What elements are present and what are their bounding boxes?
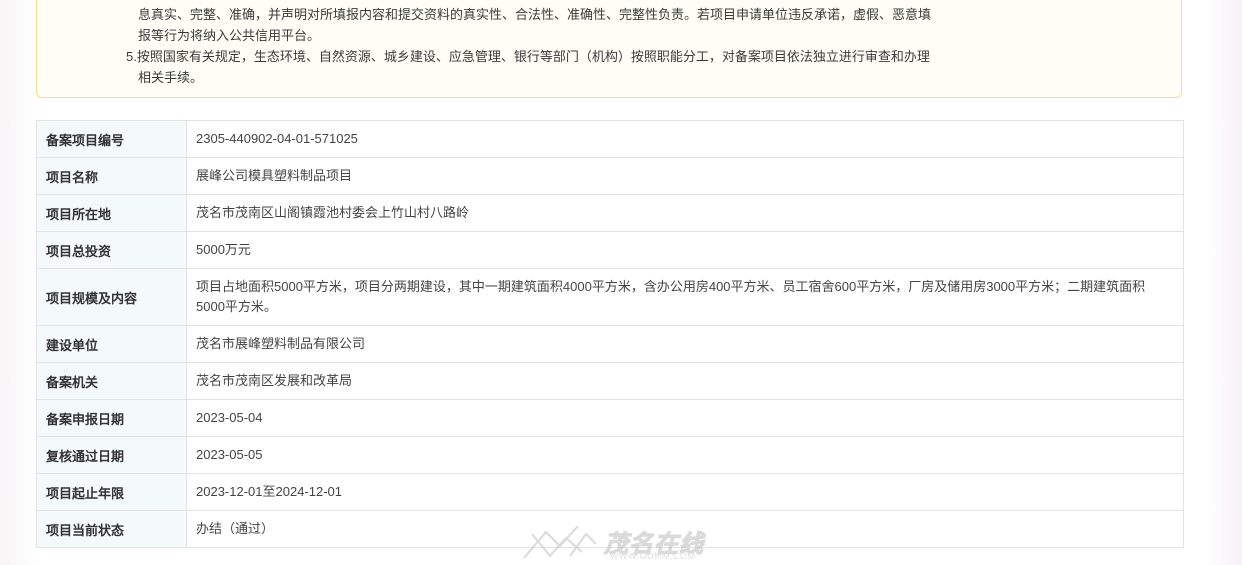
row-label: 项目总投资 bbox=[36, 231, 187, 269]
notice-line-4: 相关手续。 bbox=[138, 70, 204, 85]
row-value: 2305-440902-04-01-571025 bbox=[186, 120, 1184, 158]
row-label: 备案申报日期 bbox=[36, 399, 187, 437]
notice-box: 息真实、完整、准确，并声明对所填报内容和提交资料的真实性、合法性、准确性、完整性… bbox=[36, 0, 1182, 98]
table-row: 项目总投资 5000万元 bbox=[36, 231, 1184, 269]
table-row: 备案项目编号 2305-440902-04-01-571025 bbox=[36, 120, 1184, 158]
site-watermark: 茂名在线 WWW.GDMM.COM bbox=[520, 522, 730, 562]
watermark-logo-icon bbox=[523, 525, 597, 559]
table-row: 项目规模及内容 项目占地面积5000平方米，项目分两期建设，其中一期建筑面积40… bbox=[36, 268, 1184, 326]
row-label: 项目名称 bbox=[36, 157, 187, 195]
table-row: 备案机关 茂名市茂南区发展和改革局 bbox=[36, 362, 1184, 400]
row-value: 茂名市茂南区发展和改革局 bbox=[186, 362, 1184, 400]
watermark-url: WWW.GDMM.COM bbox=[610, 551, 696, 561]
table-row: 复核通过日期 2023-05-05 bbox=[36, 436, 1184, 474]
row-label: 复核通过日期 bbox=[36, 436, 187, 474]
notice-line-3: 5.按照国家有关规定，生态环境、自然资源、城乡建设、应急管理、银行等部门（机构）… bbox=[126, 49, 930, 64]
table-row: 项目起止年限 2023-12-01至2024-12-01 bbox=[36, 473, 1184, 511]
row-label: 备案项目编号 bbox=[36, 120, 187, 158]
row-value: 项目占地面积5000平方米，项目分两期建设，其中一期建筑面积4000平方米，含办… bbox=[186, 268, 1184, 326]
row-label: 项目当前状态 bbox=[36, 510, 187, 548]
page: 息真实、完整、准确，并声明对所填报内容和提交资料的真实性、合法性、准确性、完整性… bbox=[0, 0, 1242, 565]
row-value: 2023-12-01至2024-12-01 bbox=[186, 473, 1184, 511]
table-row: 项目所在地 茂名市茂南区山阁镇霞池村委会上竹山村八路岭 bbox=[36, 194, 1184, 232]
table-row: 建设单位 茂名市展峰塑料制品有限公司 bbox=[36, 325, 1184, 363]
notice-line-1: 息真实、完整、准确，并声明对所填报内容和提交资料的真实性、合法性、准确性、完整性… bbox=[138, 7, 932, 22]
row-value: 展峰公司模具塑料制品项目 bbox=[186, 157, 1184, 195]
row-value: 茂名市茂南区山阁镇霞池村委会上竹山村八路岭 bbox=[186, 194, 1184, 232]
row-value: 5000万元 bbox=[186, 231, 1184, 269]
row-value: 2023-05-04 bbox=[186, 399, 1184, 437]
project-info-table: 备案项目编号 2305-440902-04-01-571025 项目名称 展峰公… bbox=[36, 120, 1184, 548]
row-label: 项目起止年限 bbox=[36, 473, 187, 511]
row-label: 项目规模及内容 bbox=[36, 268, 187, 326]
row-label: 项目所在地 bbox=[36, 194, 187, 232]
row-label: 备案机关 bbox=[36, 362, 187, 400]
row-value: 茂名市展峰塑料制品有限公司 bbox=[186, 325, 1184, 363]
row-label: 建设单位 bbox=[36, 325, 187, 363]
table-row: 备案申报日期 2023-05-04 bbox=[36, 399, 1184, 437]
row-value: 2023-05-05 bbox=[186, 436, 1184, 474]
notice-line-2: 报等行为将纳入公共信用平台。 bbox=[138, 28, 321, 43]
table-row: 项目名称 展峰公司模具塑料制品项目 bbox=[36, 157, 1184, 195]
